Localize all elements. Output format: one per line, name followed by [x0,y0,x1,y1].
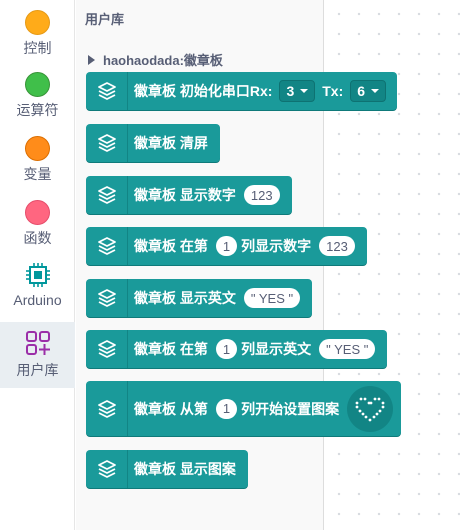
block-text: 徽章板 显示英文 [134,290,236,306]
block-text: 徽章板 显示数字 [134,187,236,203]
block-text-suffix: 列显示数字 [241,238,312,254]
category-label: 运算符 [16,102,59,118]
layers-icon [97,399,116,418]
column-input[interactable]: 1 [215,398,238,419]
rx-pin-value: 3 [286,83,295,99]
block-text: 徽章板 清屏 [134,135,208,151]
category-label: 控制 [23,40,52,56]
category-operators[interactable]: 运算符 [0,62,75,124]
layers-icon [97,340,116,358]
tx-pin-value: 6 [357,83,366,99]
text-input[interactable]: " YES " [243,288,301,308]
category-arduino[interactable]: Arduino [0,254,75,316]
number-input[interactable]: 123 [243,185,280,205]
block-show-english[interactable]: 徽章板 显示英文 " YES " [86,279,313,317]
block-icon-area [86,450,128,488]
flyout-title: 用户库 [85,12,125,27]
expand-triangle-icon [88,54,95,65]
block-show-number-at[interactable]: 徽章板 在第 1 列显示数字 123 [86,227,367,265]
block-text: 徽章板 在第 [134,341,208,357]
block-set-pattern[interactable]: 徽章板 从第 1 列开始设置图案 [86,381,402,436]
block-clear-screen[interactable]: 徽章板 清屏 [86,124,220,162]
group-header[interactable]: haohaodada:徽章板 [88,50,223,69]
category-label: 函数 [23,230,52,246]
pattern-picker[interactable] [347,385,394,432]
category-control[interactable]: 控制 [0,0,75,62]
layers-icon [97,460,116,478]
block-icon-area [86,381,128,436]
column-input[interactable]: 1 [215,236,238,256]
block-init-serial[interactable]: 徽章板 初始化串口Rx: 3 Tx: 6 [86,72,398,110]
block-text: 徽章板 初始化串口Rx: [134,83,273,99]
category-functions[interactable]: 函数 [0,190,75,252]
chip-icon [26,263,50,287]
tx-label: Tx: [322,83,344,99]
category-sidebar: 控制 运算符 变量 函数 Arduino 用户库 [0,0,75,530]
layers-icon [97,237,116,255]
block-show-english-at[interactable]: 徽章板 在第 1 列显示英文 " YES " [86,330,388,368]
block-icon-area [86,279,128,317]
category-label: Arduino [13,292,62,308]
caret-down-icon [300,89,309,93]
category-label: 变量 [23,166,52,182]
text-input[interactable]: " YES " [319,339,376,359]
layers-icon [97,134,116,152]
category-variables[interactable]: 变量 [0,126,75,188]
operators-color-dot [25,72,50,97]
number-input[interactable]: 123 [319,236,355,256]
block-icon-area [86,72,128,110]
block-icon-area [86,227,128,265]
block-text: 徽章板 在第 [134,238,208,254]
block-icon-area [86,124,128,162]
block-text-suffix: 列开始设置图案 [241,400,340,417]
category-user-library[interactable]: 用户库 [0,322,75,388]
block-icon-area [86,330,128,368]
functions-color-dot [25,200,50,225]
group-label: haohaodada:徽章板 [103,53,223,68]
rx-pin-dropdown[interactable]: 3 [279,80,316,102]
block-show-number[interactable]: 徽章板 显示数字 123 [86,176,292,214]
block-icon-area [86,176,128,214]
category-label: 用户库 [16,362,59,378]
tx-pin-dropdown[interactable]: 6 [350,80,387,102]
layers-icon [97,82,116,100]
block-show-pattern[interactable]: 徽章板 显示图案 [86,450,248,488]
block-text: 徽章板 从第 [134,400,208,417]
block-text-suffix: 列显示英文 [241,341,312,357]
block-text: 徽章板 显示图案 [134,461,236,477]
layers-icon [97,289,116,307]
column-input[interactable]: 1 [215,339,238,359]
heart-icon [355,397,385,421]
caret-down-icon [371,89,380,93]
control-color-dot [25,10,50,35]
user-library-icon [26,331,50,355]
variables-color-dot [25,136,50,161]
layers-icon [97,186,116,204]
